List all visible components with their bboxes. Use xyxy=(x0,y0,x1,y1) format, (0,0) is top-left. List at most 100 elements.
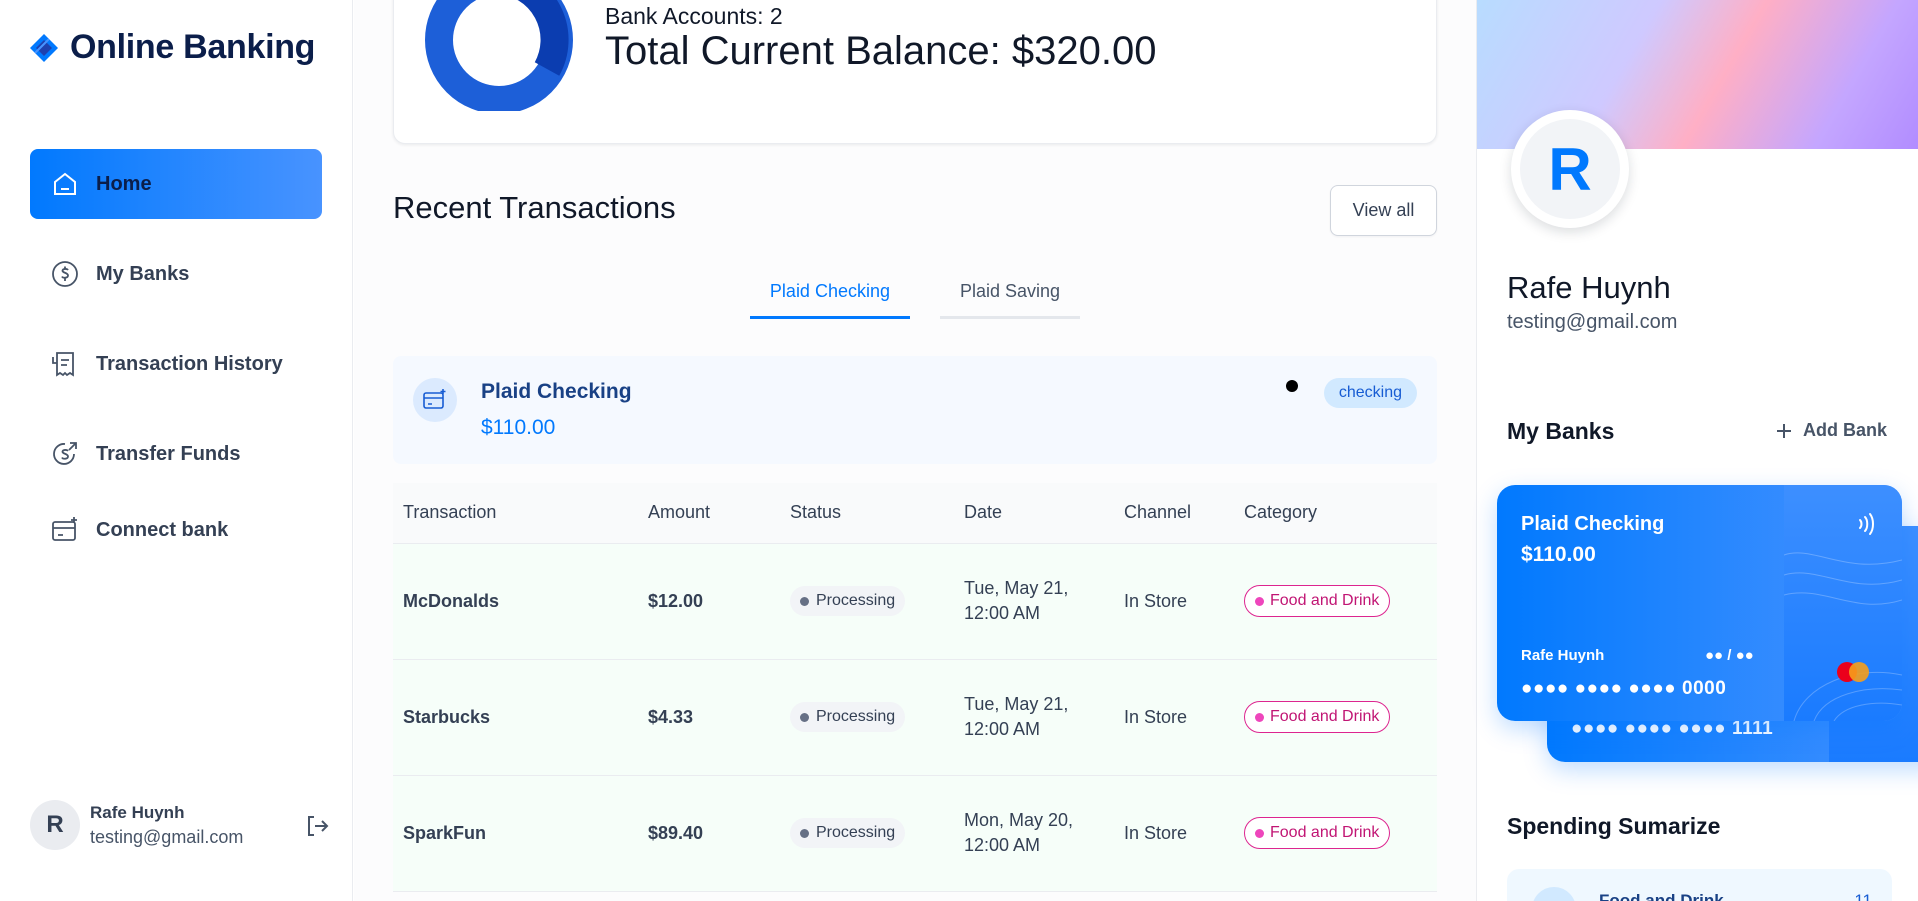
pointer-cursor xyxy=(1286,380,1298,392)
add-bank-button[interactable]: Add Bank xyxy=(1775,420,1887,441)
column-header: Date xyxy=(954,483,1114,544)
column-header: Transaction xyxy=(393,483,638,544)
plus-icon xyxy=(1776,423,1791,438)
sidebar-item-my-banks[interactable]: My Banks xyxy=(30,239,322,309)
app-title: Online Banking xyxy=(70,28,316,66)
sidebar-item-label: Transaction History xyxy=(96,352,283,375)
transaction-status-cell: Processing xyxy=(780,543,954,660)
table-row[interactable]: McDonalds $12.00 Processing Tue, May 21,… xyxy=(393,543,1437,660)
transaction-date: Tue, May 21, 12:00 AM xyxy=(954,659,1114,776)
tab-plaid-saving[interactable]: Plaid Saving xyxy=(940,265,1081,319)
category-dot-icon xyxy=(1255,712,1264,722)
profile-email: testing@gmail.com xyxy=(1507,311,1678,333)
view-all-button[interactable]: View all xyxy=(1330,185,1437,236)
category-badge: Food and Drink xyxy=(1244,817,1391,849)
card-add-icon xyxy=(413,378,457,422)
transaction-category-cell: Food and Drink xyxy=(1234,775,1437,892)
account-info-banner[interactable]: Plaid Checking $110.00 checking xyxy=(393,356,1437,464)
spending-category-label: Food and Drink xyxy=(1599,891,1724,901)
category-label: Food and Drink xyxy=(1270,592,1380,609)
total-current-balance: Total Current Balance: $320.00 xyxy=(605,29,1157,73)
transaction-category-cell: Food and Drink xyxy=(1234,659,1437,776)
status-dot-icon xyxy=(800,828,809,838)
sidebar-item-home[interactable]: Home xyxy=(30,149,322,219)
table-row[interactable]: Starbucks $4.33 Processing Tue, May 21, … xyxy=(393,659,1437,776)
column-header: Channel xyxy=(1114,483,1234,544)
bank-accounts-count: Bank Accounts: 2 xyxy=(605,3,783,29)
sidebar-item-connect-bank[interactable]: Connect bank xyxy=(30,501,322,559)
sidebar-user-info: Rafe Huynh testing@gmail.com xyxy=(90,803,243,848)
card-holder: Rafe Huynh xyxy=(1521,647,1605,664)
transaction-channel: In Store xyxy=(1114,659,1234,776)
card-bank-name: Plaid Checking xyxy=(1521,513,1665,535)
status-label: Processing xyxy=(816,592,896,609)
card-number: ●●●● ●●●● ●●●● 0000 xyxy=(1521,678,1727,699)
recent-transactions-header: Recent Transactions View all xyxy=(393,185,1437,236)
transaction-channel: In Store xyxy=(1114,775,1234,892)
transaction-amount: $12.00 xyxy=(638,543,780,660)
table-header-row: Transaction Amount Status Date Channel C… xyxy=(393,483,1437,544)
account-name: Plaid Checking xyxy=(481,380,632,403)
home-icon xyxy=(54,172,76,195)
contactless-icon xyxy=(1859,513,1874,535)
transaction-status-cell: Processing xyxy=(780,775,954,892)
card-balance: $110.00 xyxy=(1521,543,1596,566)
transaction-channel: In Store xyxy=(1114,543,1234,660)
category-dot-icon xyxy=(1255,596,1264,606)
status-badge: Processing xyxy=(790,818,906,848)
add-bank-label: Add Bank xyxy=(1802,420,1887,440)
sidebar-item-label: Home xyxy=(96,172,152,195)
sidebar: Online Banking Home My Banks Transaction… xyxy=(0,0,353,901)
user-name: Rafe Huynh xyxy=(90,802,185,822)
transaction-name: SparkFun xyxy=(393,775,638,892)
dollar-circle-icon xyxy=(52,261,78,287)
status-label: Processing xyxy=(816,824,896,841)
tab-plaid-checking[interactable]: Plaid Checking xyxy=(749,265,910,319)
my-banks-header: My Banks Add Bank xyxy=(1507,418,1887,445)
category-badge: Food and Drink xyxy=(1244,585,1391,617)
transaction-name: McDonalds xyxy=(393,543,638,660)
transaction-amount: $4.33 xyxy=(638,659,780,776)
category-badge: Food and Drink xyxy=(1244,701,1391,733)
balance-card: Bank Accounts: 2 Total Current Balance: … xyxy=(393,0,1437,144)
transaction-date: Mon, May 20, 12:00 AM xyxy=(954,775,1114,892)
app-logo[interactable]: Online Banking xyxy=(30,28,315,67)
sidebar-item-label: My Banks xyxy=(96,262,190,285)
transaction-name: Starbucks xyxy=(393,659,638,776)
app-root: Online Banking Home My Banks Transaction… xyxy=(0,0,1918,901)
recent-transactions-title: Recent Transactions xyxy=(393,190,676,225)
table-row[interactable]: SparkFun $89.40 Processing Mon, May 20, … xyxy=(393,775,1437,892)
avatar: R xyxy=(30,800,80,850)
profile-name: Rafe Huynh xyxy=(1507,270,1671,305)
logo-icon xyxy=(30,33,58,62)
profile-avatar: R xyxy=(1511,110,1629,228)
column-header: Amount xyxy=(638,483,780,544)
sidebar-nav: Home My Banks Transaction History Transf… xyxy=(30,149,322,579)
spending-category-item: Food and Drink 11 xyxy=(1507,869,1892,901)
category-dot-icon xyxy=(1255,828,1264,838)
card-expiry: ●● / ●● xyxy=(1705,647,1754,664)
transaction-status-cell: Processing xyxy=(780,659,954,776)
mastercard-icon xyxy=(1837,662,1869,682)
transactions-table: Transaction Amount Status Date Channel C… xyxy=(393,483,1437,892)
sidebar-item-transfer-funds[interactable]: Transfer Funds xyxy=(30,419,322,489)
main-content: Bank Accounts: 2 Total Current Balance: … xyxy=(354,0,1476,901)
sidebar-item-transaction-history[interactable]: Transaction History xyxy=(30,329,322,399)
status-label: Processing xyxy=(816,708,896,725)
status-dot-icon xyxy=(800,596,809,606)
bank-card[interactable]: Plaid Checking $110.00 Rafe Huynh ●● / ●… xyxy=(1497,485,1902,721)
sidebar-item-label: Transfer Funds xyxy=(96,442,241,465)
column-header: Status xyxy=(780,483,954,544)
category-label: Food and Drink xyxy=(1270,824,1380,841)
account-tabs: Plaid Checking Plaid Saving xyxy=(393,265,1437,319)
card-add-icon xyxy=(52,517,77,541)
logout-icon[interactable] xyxy=(304,813,330,839)
spending-category-count: 11 xyxy=(1854,891,1872,901)
card-number: ●●●● ●●●● ●●●● 1111 xyxy=(1571,718,1774,739)
sidebar-item-label: Connect bank xyxy=(96,518,229,541)
status-dot-icon xyxy=(800,712,809,722)
right-sidebar: R Rafe Huynh testing@gmail.com My Banks … xyxy=(1476,0,1918,901)
account-balance: $110.00 xyxy=(481,416,556,439)
card-pattern xyxy=(1784,485,1902,721)
transaction-date: Tue, May 21, 12:00 AM xyxy=(954,543,1114,660)
